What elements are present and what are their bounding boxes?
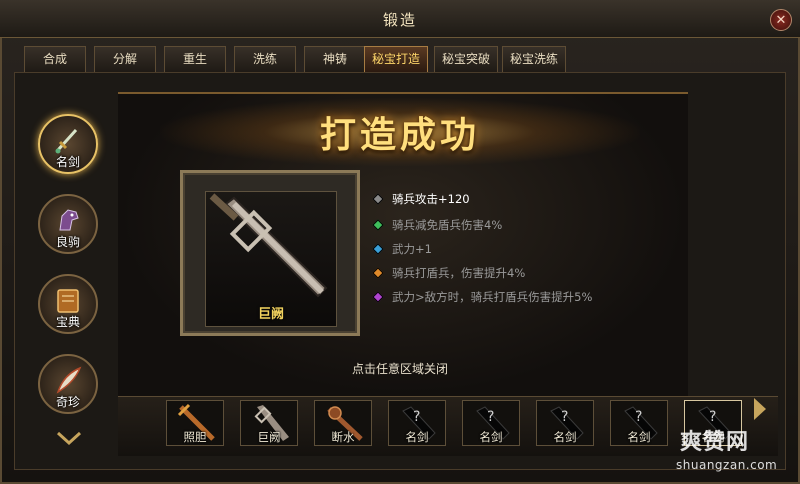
watermark-url: shuangzan.com — [676, 458, 778, 472]
category-horse[interactable]: 良驹 — [38, 194, 98, 254]
category-label: 名剑 — [55, 155, 80, 169]
forge-success-banner: 打造成功 — [319, 114, 480, 156]
tray-slot[interactable]: ? 名剑 — [610, 400, 668, 446]
close-button[interactable]: ✕ — [770, 9, 792, 31]
tab-decompose[interactable]: 分解 — [94, 46, 156, 72]
horse-icon — [59, 209, 79, 231]
slot-label: 名剑 — [405, 430, 429, 444]
stat-text: 武力+1 — [392, 242, 432, 256]
svg-text:?: ? — [709, 409, 716, 425]
tab-refine[interactable]: 洗练 — [234, 46, 296, 72]
book-icon — [57, 289, 79, 313]
tray-slot[interactable]: 断水 — [314, 400, 372, 446]
item-slot: 巨阙 — [205, 191, 337, 327]
slot-label: 名剑 — [627, 430, 651, 444]
chevron-down-icon[interactable] — [56, 430, 82, 446]
tab-treasure-forge[interactable]: 秘宝打造 — [364, 46, 428, 72]
greatsword-icon — [209, 193, 328, 298]
tray-slot[interactable]: ? 名剑 — [388, 400, 446, 446]
tab-rebirth[interactable]: 重生 — [164, 46, 226, 72]
watermark-logo: 爽赞网 — [680, 430, 750, 455]
title-bar: 锻造 ✕ — [0, 0, 800, 38]
feather-icon — [56, 366, 82, 394]
svg-text:?: ? — [487, 409, 494, 425]
tray-slot[interactable]: ? 名剑 — [536, 400, 594, 446]
tray-next-arrow-icon[interactable] — [754, 398, 766, 420]
slot-label: 名剑 — [479, 430, 503, 444]
close-hint[interactable]: 点击任意区域关闭 — [300, 360, 500, 377]
slot-label: 照胆 — [183, 430, 207, 444]
close-icon: ✕ — [775, 12, 787, 28]
slot-label: 名剑 — [553, 430, 577, 444]
category-sidebar: 名剑 良驹 宝典 奇珍 — [28, 104, 126, 464]
tray-slot[interactable]: 巨阙 — [240, 400, 298, 446]
stat-text: 骑兵攻击+120 — [392, 192, 470, 206]
stat-text: 骑兵打盾兵，伤害提升4% — [392, 266, 526, 280]
stat-text: 骑兵减免盾兵伤害4% — [392, 218, 503, 232]
slot-label: 巨阙 — [257, 430, 281, 444]
tray-slot[interactable]: 照胆 — [166, 400, 224, 446]
item-name: 巨阙 — [257, 307, 284, 322]
category-label: 奇珍 — [55, 395, 80, 409]
tray-slot[interactable]: ? 名剑 — [462, 400, 520, 446]
svg-text:?: ? — [635, 409, 642, 425]
tab-divine-cast[interactable]: 神铸 — [304, 46, 366, 72]
tab-compose[interactable]: 合成 — [24, 46, 86, 72]
watermark: 爽赞网 shuangzan.com — [676, 424, 796, 482]
window-title: 锻造 — [382, 11, 417, 29]
category-treasure[interactable]: 奇珍 — [38, 354, 98, 414]
stat-text: 武力>敌方时，骑兵打盾兵伤害提升5% — [392, 290, 593, 304]
item-frame: 巨阙 — [180, 170, 360, 336]
category-label: 良驹 — [55, 235, 80, 249]
tab-treasure-breakthrough[interactable]: 秘宝突破 — [434, 46, 498, 72]
svg-text:?: ? — [561, 409, 568, 425]
category-sword[interactable]: 名剑 — [38, 114, 126, 174]
category-label: 宝典 — [55, 315, 80, 329]
svg-text:?: ? — [413, 409, 420, 425]
tab-treasure-refine[interactable]: 秘宝洗练 — [502, 46, 566, 72]
sword-icon — [55, 128, 78, 154]
slot-label: 断水 — [331, 430, 355, 444]
category-book[interactable]: 宝典 — [38, 274, 98, 334]
